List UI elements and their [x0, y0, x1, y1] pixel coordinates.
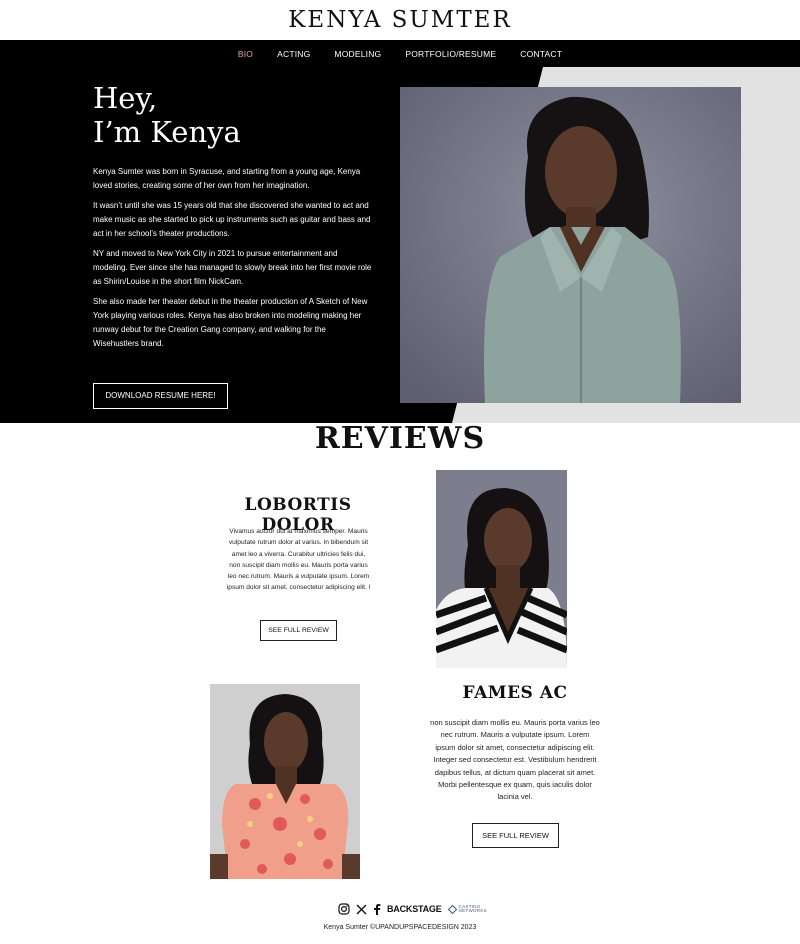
- review-1-see-full-button[interactable]: SEE FULL REVIEW: [260, 620, 337, 641]
- main-nav: BIO ACTING MODELING PORTFOLIO/RESUME CON…: [0, 40, 800, 67]
- footer-copyright: Kenya Sumter ©UPANDUPSPACEDESIGN 2023: [323, 924, 477, 931]
- bio-paragraph-1: Kenya Sumter was born in Syracuse, and s…: [93, 167, 361, 190]
- bio-paragraph-3: NY and moved to New York City in 2021 to…: [93, 249, 372, 286]
- hero-heading: Hey, I’m Kenya: [93, 81, 393, 149]
- facebook-icon[interactable]: [373, 903, 381, 915]
- hero-section: Hey, I’m Kenya Kenya Sumter was born in …: [0, 67, 800, 423]
- review-2-heading: FAMES AC: [462, 683, 568, 703]
- review-1-text: Vivamus auctor dui at maximus semper. Ma…: [226, 528, 371, 592]
- bio-paragraph-2: It wasn’t until she was 15 years old tha…: [93, 201, 371, 238]
- hero-portrait-photo: [400, 87, 741, 403]
- bio-text: Kenya Sumter was born in Syracuse, and s…: [93, 165, 373, 357]
- download-resume-button[interactable]: DOWNLOAD RESUME HERE!: [93, 383, 228, 409]
- casting-networks-logo-icon: [447, 904, 457, 914]
- social-links: BACKSTAGE CASTING NETWORKS: [338, 901, 487, 917]
- nav-item-acting[interactable]: ACTING: [277, 49, 310, 59]
- nav-item-bio[interactable]: BIO: [238, 49, 253, 59]
- site-title[interactable]: KENYA SUMTER: [0, 0, 800, 40]
- review-2-see-full-button[interactable]: SEE FULL REVIEW: [472, 823, 559, 848]
- backstage-link[interactable]: BACKSTAGE: [387, 904, 442, 914]
- nav-item-contact[interactable]: CONTACT: [520, 49, 562, 59]
- bio-paragraph-4: She also made her theater debut in the t…: [93, 297, 368, 348]
- hero-heading-line-1: Hey,: [93, 81, 158, 115]
- instagram-icon[interactable]: [338, 903, 350, 915]
- casting-networks-link[interactable]: CASTING NETWORKS: [447, 904, 487, 914]
- review-1-photo: [436, 470, 567, 668]
- casting-networks-line-2: NETWORKS: [458, 908, 487, 913]
- reviews-title: REVIEWS: [314, 421, 486, 456]
- nav-item-portfolio-resume[interactable]: PORTFOLIO/RESUME: [405, 49, 496, 59]
- casting-networks-label: CASTING NETWORKS: [458, 904, 487, 914]
- review-2-text: non suscipit diam mollis eu. Mauris port…: [430, 718, 600, 802]
- review-2-photo: [210, 684, 360, 879]
- hero-heading-line-2: I’m Kenya: [93, 115, 241, 149]
- x-icon[interactable]: [356, 904, 367, 915]
- nav-item-modeling[interactable]: MODELING: [334, 49, 381, 59]
